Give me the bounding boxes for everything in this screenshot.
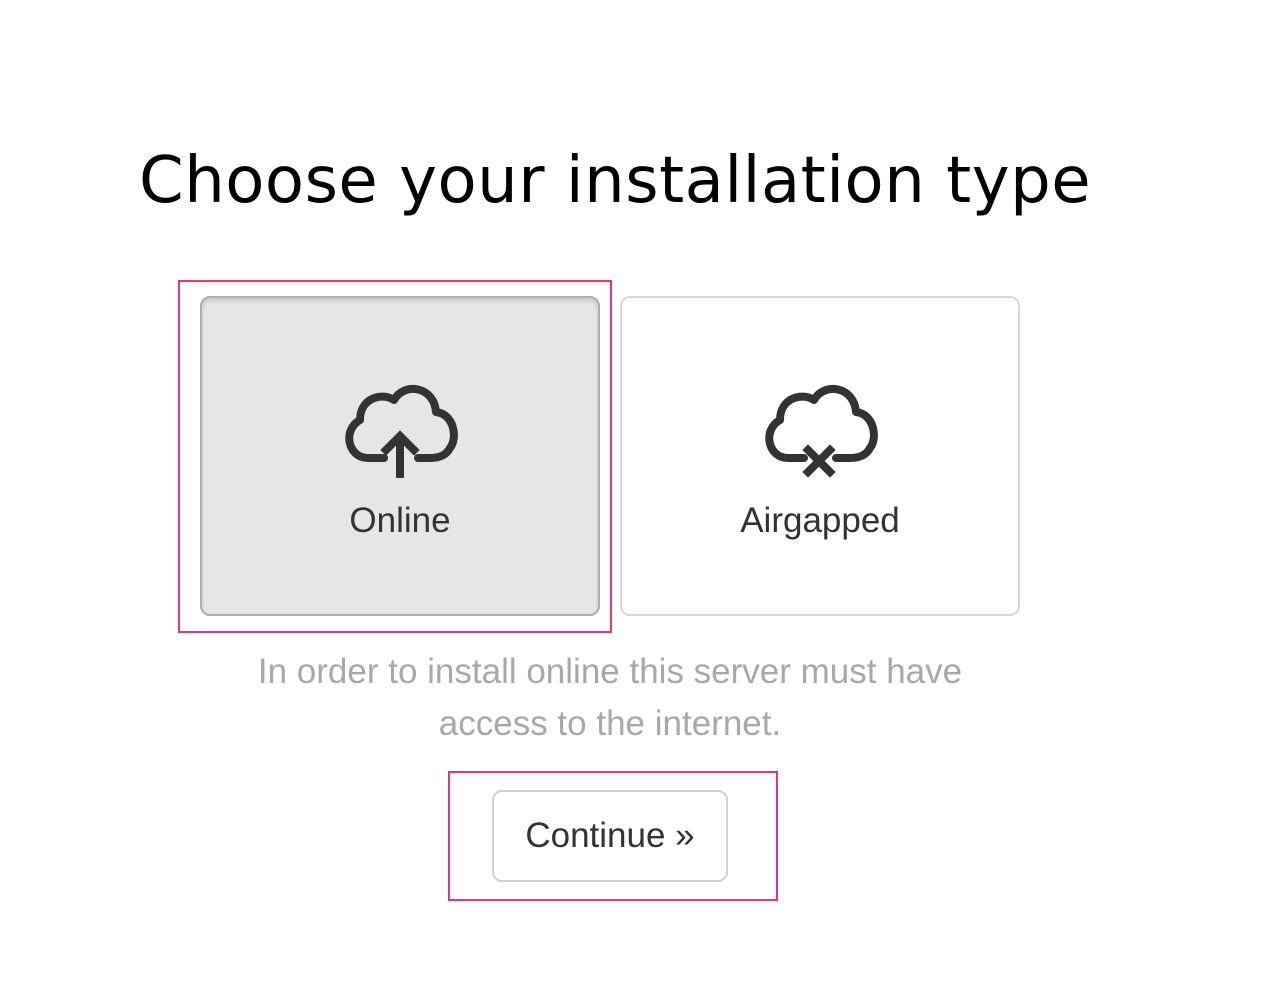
page-title: Choose your installation type [139,144,1092,218]
option-card-online[interactable]: Online [200,296,600,616]
cloud-offline-icon [760,384,880,480]
install-help-text: In order to install online this server m… [257,652,963,743]
option-label-airgapped: Airgapped [740,501,900,540]
option-card-airgapped[interactable]: Airgapped [620,296,1020,616]
continue-button[interactable]: Continue » [492,790,728,882]
cloud-upload-icon [340,384,460,480]
option-label-online: Online [349,501,451,540]
